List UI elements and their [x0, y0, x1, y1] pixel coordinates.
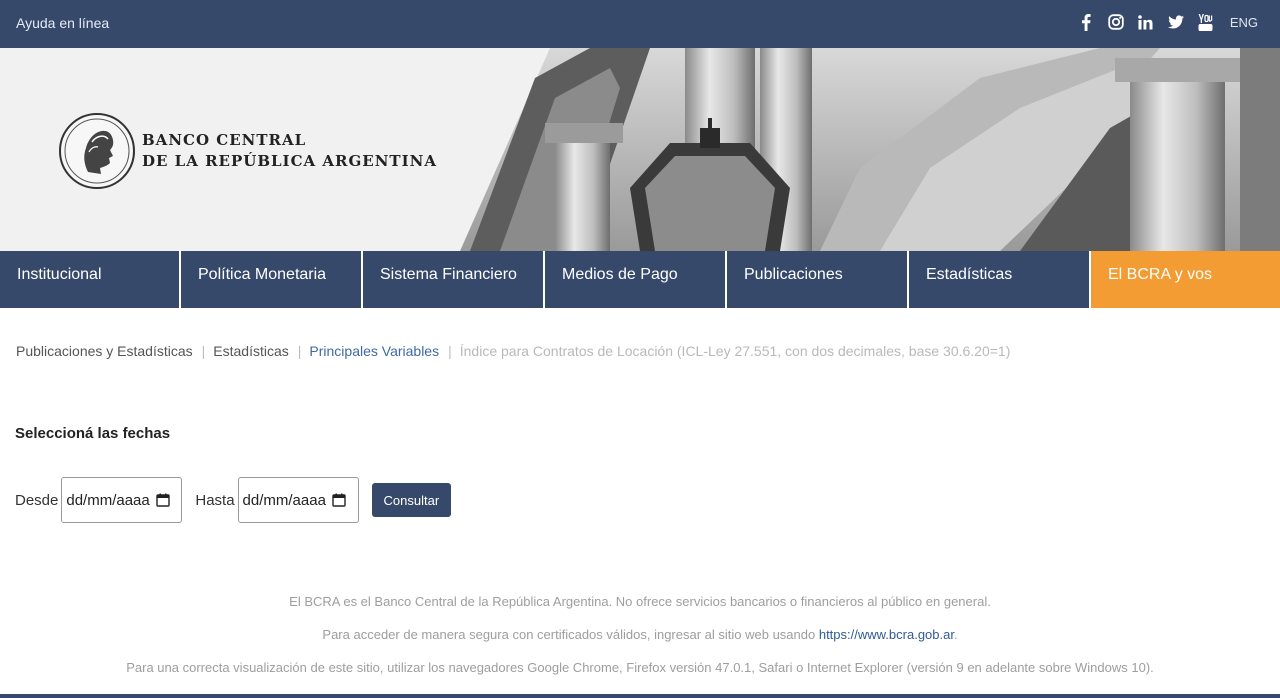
calendar-icon[interactable]: [156, 493, 170, 507]
social-links: ENG: [1078, 13, 1258, 31]
nav-item-politica-monetaria[interactable]: Política Monetaria: [181, 251, 361, 308]
date-range-form: Desde dd/mm/aaaa Hasta dd/mm/aaaa Consul…: [15, 477, 452, 523]
instagram-icon[interactable]: [1108, 13, 1124, 31]
nav-item-estadisticas[interactable]: Estadísticas: [909, 251, 1089, 308]
breadcrumb-current-page: Índice para Contratos de Locación (ICL-L…: [459, 343, 1011, 359]
breadcrumb-separator: |: [448, 343, 452, 359]
nav-item-el-bcra-y-vos[interactable]: El BCRA y vos: [1091, 251, 1280, 308]
bcra-seal-icon: [59, 113, 135, 189]
consultar-button[interactable]: Consultar: [371, 483, 452, 517]
footer-disclaimer: El BCRA es el Banco Central de la Repúbl…: [289, 594, 991, 609]
nav-item-sistema-financiero[interactable]: Sistema Financiero: [363, 251, 543, 308]
bank-name-line2: DE LA REPÚBLICA ARGENTINA: [142, 152, 437, 170]
bank-name-line1: BANCO CENTRAL: [142, 131, 307, 149]
main-nav: Institucional Política Monetaria Sistema…: [0, 251, 1280, 308]
breadcrumb-estadisticas[interactable]: Estadísticas: [213, 343, 288, 359]
youtube-icon[interactable]: [1198, 13, 1214, 31]
twitter-icon[interactable]: [1167, 13, 1184, 31]
header-banner: BANCO CENTRAL DE LA REPÚBLICA ARGENTINA: [0, 48, 1280, 251]
from-date-placeholder: dd/mm/aaaa: [66, 491, 150, 509]
footer-secure-suffix: .: [953, 627, 958, 642]
nav-item-medios-de-pago[interactable]: Medios de Pago: [545, 251, 725, 308]
help-link[interactable]: Ayuda en línea: [16, 15, 109, 31]
to-date-placeholder: dd/mm/aaaa: [242, 491, 326, 509]
bank-name: BANCO CENTRAL DE LA REPÚBLICA ARGENTINA: [142, 130, 437, 172]
language-switch[interactable]: ENG: [1230, 15, 1258, 30]
from-label: Desde: [15, 491, 59, 509]
calendar-icon[interactable]: [332, 493, 346, 507]
breadcrumb: Publicaciones y Estadísticas | Estadística…: [16, 343, 1010, 359]
form-title: Seleccioná las fechas: [15, 425, 171, 442]
facebook-icon[interactable]: [1078, 13, 1094, 31]
footer-bcra-url-link[interactable]: https://www.bcra.gob.ar: [819, 627, 954, 642]
breadcrumb-principales-variables[interactable]: Principales Variables: [309, 343, 439, 359]
top-bar: Ayuda en línea ENG: [0, 0, 1280, 48]
bcra-logo[interactable]: BANCO CENTRAL DE LA REPÚBLICA ARGENTINA: [58, 112, 437, 190]
breadcrumb-publicaciones-estadisticas[interactable]: Publicaciones y Estadísticas: [16, 343, 193, 359]
building-photo: [460, 48, 1280, 251]
footer-secure-text: Para acceder de manera segura con certif…: [322, 627, 819, 642]
breadcrumb-separator: |: [201, 343, 206, 359]
footer-browser-note: Para una correcta visualización de este …: [126, 660, 1154, 675]
nav-item-institucional[interactable]: Institucional: [0, 251, 179, 308]
nav-item-publicaciones[interactable]: Publicaciones: [727, 251, 907, 308]
bottom-border: [0, 694, 1280, 698]
to-date-input[interactable]: dd/mm/aaaa: [237, 477, 359, 523]
from-date-input[interactable]: dd/mm/aaaa: [61, 477, 183, 523]
footer: El BCRA es el Banco Central de la Repúbl…: [0, 594, 1280, 693]
breadcrumb-separator: |: [297, 343, 302, 359]
footer-secure-access: Para acceder de manera segura con certif…: [0, 627, 1280, 643]
linkedin-icon[interactable]: [1138, 13, 1154, 31]
to-label: Hasta: [195, 491, 235, 509]
